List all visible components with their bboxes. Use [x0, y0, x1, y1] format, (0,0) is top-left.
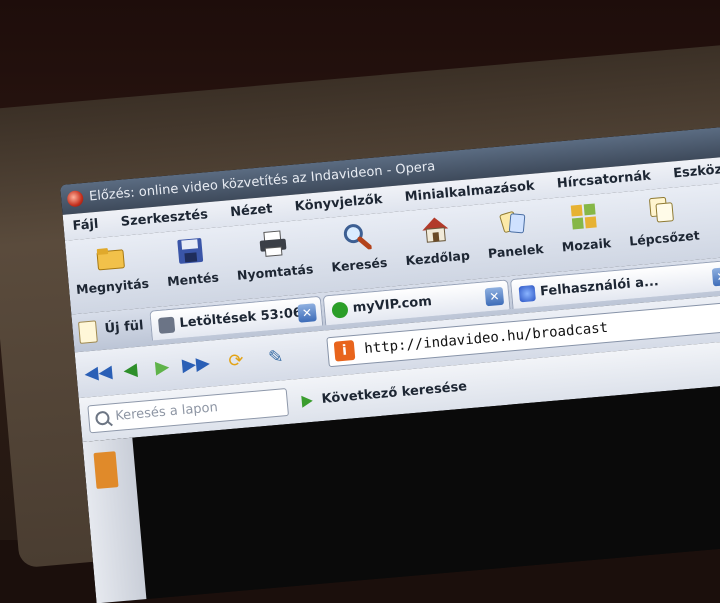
rewind-icon[interactable]: ◀◀	[84, 361, 113, 386]
address-text: http://indavideo.hu/broadcast	[363, 319, 609, 358]
folder-icon	[94, 242, 127, 275]
close-icon[interactable]: ✕	[297, 303, 317, 323]
edit-pen-icon[interactable]: ✎	[263, 346, 289, 370]
download-icon	[157, 316, 176, 334]
tab-user-label: Felhasználói a...	[539, 274, 660, 300]
myvip-icon	[331, 301, 349, 319]
reload-icon[interactable]: ⟳	[223, 349, 249, 373]
tile-button[interactable]: Mozaik	[551, 193, 620, 266]
home-icon	[419, 213, 452, 246]
indavideo-site-icon: i	[333, 339, 356, 362]
open-label: Megnyitás	[75, 275, 150, 297]
back-arrow-icon[interactable]: ◀	[118, 359, 144, 383]
panels-button[interactable]: Panelek	[477, 199, 552, 273]
menu-view[interactable]: Nézet	[220, 196, 282, 226]
new-tab-button[interactable]: Új fül	[78, 312, 145, 346]
panels-icon	[497, 206, 530, 239]
panels-label: Panelek	[487, 241, 545, 261]
find-next-button[interactable]: Következő keresése	[299, 374, 469, 415]
new-document-icon	[78, 320, 98, 344]
cascade-button[interactable]: Lépcsőzet	[618, 185, 708, 260]
forward-arrow-icon[interactable]: ▶	[149, 356, 175, 380]
opera-logo-icon	[66, 190, 84, 208]
opera-user-icon	[518, 285, 536, 303]
tab-myvip-label: myVIP.com	[352, 294, 433, 316]
home-label: Kezdőlap	[404, 247, 471, 269]
cascade-icon	[646, 193, 679, 226]
search-button[interactable]: Keresés	[320, 212, 396, 286]
fast-forward-icon[interactable]: ▶▶	[181, 353, 210, 377]
floppy-disk-icon	[174, 235, 207, 268]
magnifier-icon	[341, 220, 374, 253]
save-button[interactable]: Mentés	[156, 227, 227, 300]
play-arrow-icon	[301, 394, 314, 408]
tab-downloads-label: Letöltések 53:06	[178, 305, 303, 332]
close-icon[interactable]: ✕	[484, 286, 505, 307]
find-next-label: Következő keresése	[321, 379, 468, 407]
print-label: Nyomtatás	[236, 261, 314, 283]
search-label: Keresés	[330, 254, 388, 275]
printer-icon	[256, 227, 289, 260]
search-icon	[94, 410, 111, 426]
cascade-label: Lépcsőzet	[628, 227, 701, 249]
menu-file[interactable]: Fájl	[63, 211, 109, 240]
save-label: Mentés	[166, 269, 220, 289]
new-tab-label: Új fül	[104, 318, 145, 337]
find-placeholder: Keresés a lapon	[114, 400, 219, 425]
close-icon[interactable]: ✕	[711, 266, 720, 287]
tile-icon	[568, 200, 601, 233]
tile-label: Mozaik	[561, 235, 612, 255]
panel-toggle[interactable]	[93, 451, 119, 489]
browser-screen: Előzés: online video közvetítés az Indav…	[60, 123, 720, 603]
print-button[interactable]: Nyomtatás	[226, 219, 322, 295]
home-button[interactable]: Kezdőlap	[394, 205, 478, 280]
open-button[interactable]: Megnyitás	[65, 233, 158, 308]
